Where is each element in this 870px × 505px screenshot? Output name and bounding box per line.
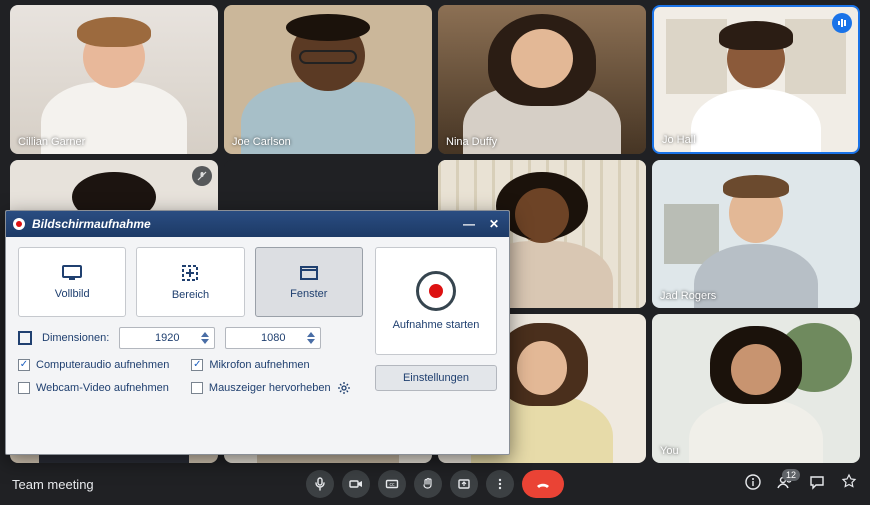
participant-name: Cillian Garner [18,136,85,148]
participant-name: Nina Duffy [446,136,497,148]
end-call-button[interactable] [522,470,564,498]
mode-label: Fenster [290,288,327,300]
muted-icon [192,166,212,186]
mode-window[interactable]: Fenster [255,247,363,317]
checkbox-icon [18,359,30,371]
checkbox-webcam[interactable]: Webcam-Video aufnehmen [18,381,169,395]
participant-tile[interactable]: Joe Carlson [224,5,432,154]
meeting-bottombar: Team meeting cc 12 [0,463,870,505]
height-input[interactable]: 1080 [225,327,321,349]
record-icon [416,271,456,311]
mode-label: Vollbild [55,288,90,300]
crop-icon [180,263,200,283]
minimize-button[interactable]: — [459,217,479,231]
participant-tile-self[interactable]: You [652,314,860,463]
checkbox-icon [18,382,30,394]
center-controls: cc [306,470,564,498]
participant-tile[interactable]: Jad Rogers [652,160,860,309]
meeting-name: Team meeting [12,477,94,492]
monitor-icon [61,264,83,282]
chat-button[interactable] [808,473,826,496]
checkbox-computeraudio[interactable]: Computeraudio aufnehmen [18,359,169,371]
raise-hand-button[interactable] [414,470,442,498]
record-label: Aufnahme starten [393,319,480,331]
participant-tile[interactable]: Nina Duffy [438,5,646,154]
gear-icon[interactable] [337,381,351,395]
info-button[interactable] [744,473,762,496]
participant-name: You [660,445,679,457]
screen-recorder-dialog: Bildschirmaufnahme — ✕ Vollbild Bereich … [5,210,510,455]
present-button[interactable] [450,470,478,498]
checkbox-icon [191,359,203,371]
checkbox-cursor[interactable]: Mauszeiger hervorheben [191,381,351,395]
checkbox-icon [191,382,203,394]
more-options-button[interactable] [486,470,514,498]
checkbox-mic[interactable]: Mikrofon aufnehmen [191,359,309,371]
start-recording-button[interactable]: Aufnahme starten [375,247,497,355]
participant-count-badge: 12 [782,469,800,481]
dimensions-icon [18,331,32,345]
participant-name: Joe Carlson [232,136,291,148]
settings-button[interactable]: Einstellungen [375,365,497,391]
participant-tile[interactable]: Cillian Garner [10,5,218,154]
mode-label: Bereich [172,289,209,301]
activities-button[interactable] [840,473,858,496]
app-icon [12,217,26,231]
capture-mode-group: Vollbild Bereich Fenster [18,247,363,317]
svg-text:cc: cc [390,482,396,488]
dialog-titlebar[interactable]: Bildschirmaufnahme — ✕ [6,211,509,237]
people-button[interactable]: 12 [776,473,794,496]
mode-region[interactable]: Bereich [136,247,244,317]
dimensions-label: Dimensionen: [42,332,109,344]
right-controls: 12 [744,473,858,496]
participant-name: Jo Hall [662,134,696,146]
camera-button[interactable] [342,470,370,498]
window-icon [299,264,319,282]
width-input[interactable]: 1920 [119,327,215,349]
captions-button[interactable]: cc [378,470,406,498]
mode-fullscreen[interactable]: Vollbild [18,247,126,317]
speaking-indicator-icon [832,13,852,33]
participant-name: Jad Rogers [660,290,716,302]
participant-tile-speaking[interactable]: Jo Hall [652,5,860,154]
dialog-title: Bildschirmaufnahme [32,217,151,231]
mic-button[interactable] [306,470,334,498]
close-button[interactable]: ✕ [485,217,503,231]
